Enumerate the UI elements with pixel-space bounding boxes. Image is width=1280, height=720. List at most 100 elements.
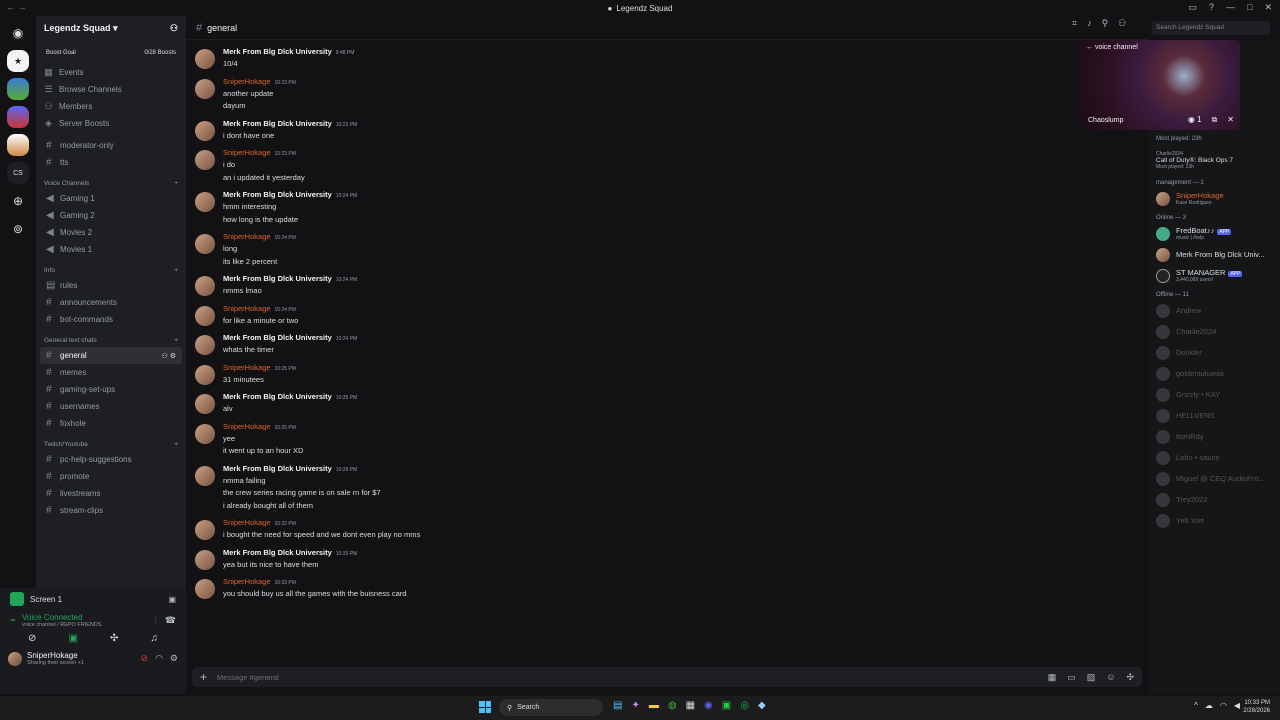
close-icon[interactable]: ✕ [1264, 2, 1272, 13]
message-author[interactable]: Merk From Blg Dlck University [223, 333, 332, 342]
store-icon[interactable]: ▦ [686, 700, 695, 711]
category-general[interactable]: General text chats + [36, 333, 186, 347]
gear-icon[interactable]: ⚙ [170, 353, 176, 360]
channel-general[interactable]: # general ⚇ ⚙ [40, 347, 182, 364]
channel-tts[interactable]: # tts [40, 154, 182, 171]
avatar[interactable] [195, 78, 215, 99]
stream-pip[interactable]: ← voice channel Chaoslump ◉ 1 ⧉ ✕ [1080, 40, 1240, 130]
bell-icon[interactable]: ♪ [1087, 18, 1092, 29]
member-offline[interactable]: Lobo • sauce [1148, 447, 1280, 468]
channel-moderator-only[interactable]: # moderator-only [40, 137, 182, 154]
message[interactable]: SniperHokage 10:25 PM yee it went up to an … [186, 419, 1066, 461]
inbox-icon[interactable]: ▭ [1188, 2, 1197, 13]
avatar[interactable] [195, 364, 215, 385]
member-offline[interactable]: HELLVENS [1148, 405, 1280, 426]
back-forward-icons[interactable]: ← → [6, 2, 27, 12]
windows-start-icon[interactable] [479, 701, 491, 713]
nav-server-boosts[interactable]: ◈ Server Boosts [36, 115, 186, 132]
channel-memes[interactable]: # memes [40, 364, 182, 381]
message[interactable]: Merk From Blg Dlck University 9:48 PM 10/4 [186, 44, 1066, 74]
message-author[interactable]: SniperHokage [223, 232, 271, 241]
gif-icon[interactable]: ▭ [1067, 672, 1076, 683]
member-sniperhokage[interactable]: SniperHokage Kase Rodriguez [1148, 188, 1280, 209]
onedrive-icon[interactable]: ☁ [1205, 701, 1213, 710]
message[interactable]: Merk From Blg Dlck University 10:33 PM yea… [186, 545, 1066, 575]
message-author[interactable]: Merk From Blg Dlck University [223, 190, 332, 199]
member-offline[interactable]: Donkler [1148, 342, 1280, 363]
invite-icon[interactable]: ⚇ [161, 353, 167, 360]
tray-chevron-icon[interactable]: ^ [1194, 701, 1198, 710]
message[interactable]: Merk From Blg Dlck University 10:24 PM nmm… [186, 271, 1066, 301]
avatar[interactable] [195, 394, 215, 414]
wifi-icon[interactable]: ◠ [1220, 701, 1227, 710]
server-icon-2[interactable] [7, 78, 29, 100]
message-author[interactable]: SniperHokage [223, 518, 271, 527]
channel-foxhole[interactable]: # foxhole [40, 415, 182, 432]
taskbar-search[interactable]: ⚲ Search [499, 699, 603, 716]
member-offline[interactable]: Charlie2024 [1148, 321, 1280, 342]
server-icon-3[interactable] [7, 106, 29, 128]
voice-channel-gaming-2[interactable]: ◀ Gaming 2 [40, 207, 182, 224]
message[interactable]: Merk From Blg Dlck University 10:24 PM hmm… [186, 187, 1066, 229]
invite-icon[interactable]: ⚇ [170, 23, 178, 34]
member-merk[interactable]: Merk From Blg Dlck Univ... [1148, 244, 1280, 265]
settings-gear-icon[interactable]: ⚙ [170, 653, 178, 664]
avatar[interactable] [195, 335, 215, 355]
add-server-icon[interactable]: ⊕ [7, 190, 29, 212]
message[interactable]: SniperHokage 10:23 PM another update dayum [186, 74, 1066, 116]
voice-status[interactable]: Voice Connected [22, 613, 101, 622]
message[interactable]: Merk From Blg Dlck University 10:25 PM alv [186, 389, 1066, 419]
volume-icon[interactable]: ◀ [1234, 701, 1240, 710]
message[interactable]: SniperHokage 10:33 PM you should buy us al… [186, 574, 1066, 604]
gift-icon[interactable]: ▦ [1048, 672, 1057, 683]
avatar[interactable] [195, 423, 215, 444]
avatar[interactable] [195, 465, 215, 486]
server-icon-legendz[interactable]: ★ [7, 50, 29, 72]
noise-suppression-icon[interactable]: ⫶ [155, 615, 157, 626]
message-author[interactable]: SniperHokage [223, 148, 271, 157]
emoji-icon[interactable]: ☺ [1106, 672, 1115, 683]
category-info[interactable]: Info + [36, 263, 186, 277]
member-offline[interactable]: ItsmRdy [1148, 426, 1280, 447]
copilot-icon[interactable]: ✦ [631, 700, 639, 711]
channel-usernames[interactable]: # usernames [40, 398, 182, 415]
voice-channel-movies-2[interactable]: ◀ Movies 2 [40, 224, 182, 241]
steam-icon[interactable]: ◆ [758, 700, 766, 711]
message[interactable]: Merk From Blg Dlck University 10:29 PM nmm… [186, 461, 1066, 516]
channel-gaming-set-ups[interactable]: # gaming-set-ups [40, 381, 182, 398]
mic-muted-icon[interactable]: ⊘ [141, 653, 149, 664]
discover-icon[interactable]: ⊚ [7, 218, 29, 240]
message-author[interactable]: Merk From Blg Dlck University [223, 464, 332, 473]
xbox-icon[interactable]: ▣ [722, 700, 731, 711]
member-offline[interactable]: Grizzly • KAY [1148, 384, 1280, 405]
avatar[interactable] [195, 305, 215, 326]
disconnect-icon[interactable]: ☎ [165, 615, 176, 626]
avatar[interactable] [195, 120, 215, 141]
message-author[interactable]: SniperHokage [223, 577, 271, 586]
avatar[interactable] [195, 192, 215, 212]
sticker-icon[interactable]: ▨ [1087, 672, 1096, 683]
message[interactable]: SniperHokage 10:25 PM 31 minutees [186, 360, 1066, 390]
category-voice[interactable]: Voice Channels + [36, 176, 186, 190]
popout-icon[interactable]: ⧉ [1212, 115, 1218, 125]
message-input[interactable]: Message #general [217, 673, 279, 682]
current-user[interactable]: SniperHokage Sharing their screen +1 ⊘ ◠ ⚙ [0, 646, 186, 671]
channel-rules[interactable]: ▤ rules [40, 277, 182, 294]
message[interactable]: SniperHokage 10:32 PM i bought the need fo… [186, 515, 1066, 545]
voice-channel-gaming-1[interactable]: ◀ Gaming 1 [40, 190, 182, 207]
avatar[interactable] [195, 49, 215, 69]
close-stream-icon[interactable]: ✕ [1227, 115, 1234, 125]
channel-livestreams[interactable]: # livestreams [40, 485, 182, 502]
avatar[interactable] [195, 276, 215, 296]
server-icon-cs[interactable]: CS [7, 162, 29, 184]
member-offline[interactable]: Yeb Yort [1148, 510, 1280, 531]
camera-off-icon[interactable]: ⊘ [28, 633, 36, 644]
add-channel-icon[interactable]: + [174, 180, 178, 187]
message-author[interactable]: Merk From Blg Dlck University [223, 47, 332, 56]
add-channel-icon[interactable]: + [174, 267, 178, 274]
member-offline[interactable]: Miguel @ CEQ AudioPro... [1148, 468, 1280, 489]
clock[interactable]: 10:33 PM 2/28/2026 [1243, 699, 1270, 715]
server-icon-4[interactable] [7, 134, 29, 156]
nav-members[interactable]: ⚇ Members [36, 98, 186, 115]
message-author[interactable]: Merk From Blg Dlck University [223, 119, 332, 128]
